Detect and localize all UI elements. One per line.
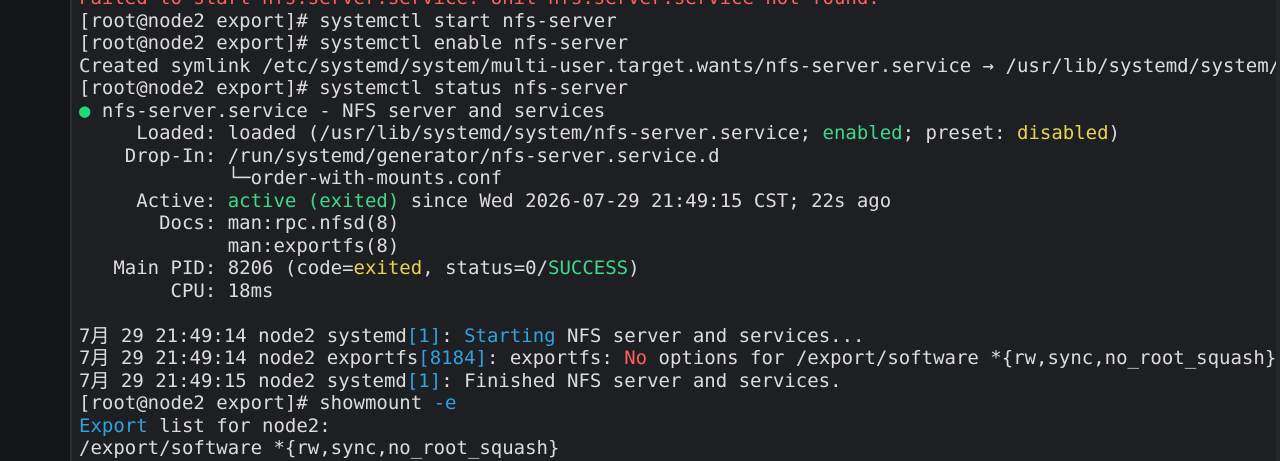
terminal-text: SUCCESS (548, 257, 629, 279)
terminal-text: exited (353, 257, 423, 279)
terminal-line: [root@node2 export]# showmount -e (79, 392, 1280, 415)
terminal-line: 7月 29 21:49:14 node2 exportfs[8184]: exp… (79, 347, 1280, 370)
terminal-text: 7月 29 21:49:14 node2 systemd (79, 324, 407, 347)
terminal-text: : exportfs: (486, 347, 625, 369)
terminal-text: /export/software *{rw,sync,no_root_squas… (79, 437, 560, 459)
terminal-line: Active: active (exited) since Wed 2026-0… (79, 190, 1280, 213)
terminal-text: Loaded: loaded (/usr/lib/systemd/system/… (79, 122, 823, 144)
terminal-text: disabled (1017, 122, 1109, 144)
terminal-text: ) (628, 257, 640, 279)
terminal-line: man:exportfs(8) (79, 235, 1280, 258)
terminal-text: [root@node2 export]# showmount (79, 392, 434, 414)
terminal-text: [8184] (418, 347, 487, 369)
terminal-text: : Finished NFS server and services. (441, 369, 842, 392)
terminal-line: 7月 29 21:49:14 node2 systemd[1]: Startin… (79, 325, 1280, 348)
terminal-text: Export (79, 414, 148, 437)
terminal-line: CPU: 18ms (79, 280, 1280, 303)
terminal-text: CPU: 18ms (79, 279, 274, 302)
terminal-line: [root@node2 export]# systemctl status nf… (79, 77, 1280, 100)
terminal-line: └─order-with-mounts.conf (79, 167, 1280, 190)
terminal-text: man:exportfs(8) (79, 234, 400, 257)
terminal-text: Failed to start nfs.server.service: Unit… (79, 0, 880, 9)
terminal-text: Main PID: 8206 (code= (79, 257, 354, 279)
terminal-text: ; preset: (902, 122, 1018, 144)
terminal-text: [1] (406, 369, 442, 392)
terminal-line: ● nfs-server.service - NFS server and se… (79, 100, 1280, 123)
terminal-line: Failed to start nfs.server.service: Unit… (79, 0, 1280, 10)
terminal-text: active (exited) (227, 189, 400, 212)
terminal-line: Main PID: 8206 (code=exited, status=0/SU… (79, 257, 1280, 280)
terminal-text: Starting (464, 324, 556, 347)
terminal-text: ) (1108, 122, 1120, 144)
left-gutter (0, 0, 70, 461)
terminal-text: Active: (79, 189, 228, 212)
terminal-text: 7月 29 21:49:15 node2 systemd (79, 369, 407, 392)
terminal-text: , status=0/ (422, 257, 549, 279)
terminal-text: Docs: man:rpc.nfsd(8) (79, 212, 400, 234)
terminal-text: └─order-with-mounts.conf (79, 167, 503, 189)
terminal-output[interactable]: Failed to start nfs.server.service: Unit… (79, 0, 1280, 460)
terminal-line: Loaded: loaded (/usr/lib/systemd/system/… (79, 122, 1280, 145)
terminal-line: Created symlink /etc/systemd/system/mult… (79, 55, 1280, 78)
status-dot-icon: ● (79, 99, 91, 122)
terminal-text: [root@node2 export]# systemctl start nfs… (79, 9, 617, 32)
terminal-line: Export list for node2: (79, 415, 1280, 438)
gutter-divider (70, 0, 72, 461)
terminal-text: Created symlink /etc/systemd/system/mult… (79, 54, 1280, 77)
scrollbar[interactable] (1276, 0, 1280, 461)
terminal-line: /export/software *{rw,sync,no_root_squas… (79, 437, 1280, 460)
terminal-text: [root@node2 export]# systemctl status nf… (79, 77, 629, 99)
terminal-line: Drop-In: /run/systemd/generator/nfs-serv… (79, 145, 1280, 168)
terminal-line: [root@node2 export]# systemctl enable nf… (79, 32, 1280, 55)
terminal-text: : (441, 324, 465, 347)
terminal-text: No (624, 347, 648, 369)
terminal-text: list for node2: (147, 414, 331, 437)
terminal-text: since Wed 2026-07-29 21:49:15 CST; 22s a… (399, 189, 892, 212)
terminal-text: [root@node2 export]# systemctl enable nf… (79, 32, 629, 54)
terminal-text: NFS server and services... (555, 324, 865, 347)
terminal-text: enabled (822, 122, 903, 144)
terminal-text: options for /export/software *{rw,sync,n… (647, 347, 1277, 369)
terminal-text: Drop-In: /run/systemd/generator/nfs-serv… (79, 144, 720, 167)
terminal-text: 7月 29 21:49:14 node2 exportfs (79, 347, 419, 369)
terminal-line: Docs: man:rpc.nfsd(8) (79, 212, 1280, 235)
terminal-line: 7月 29 21:49:15 node2 systemd[1]: Finishe… (79, 370, 1280, 393)
terminal-text: -e (433, 392, 457, 414)
terminal-text: [1] (406, 324, 442, 347)
terminal-text: nfs-server.service - NFS server and serv… (90, 99, 606, 122)
terminal-window[interactable]: Failed to start nfs.server.service: Unit… (0, 0, 1280, 461)
terminal-line: [root@node2 export]# systemctl start nfs… (79, 10, 1280, 33)
